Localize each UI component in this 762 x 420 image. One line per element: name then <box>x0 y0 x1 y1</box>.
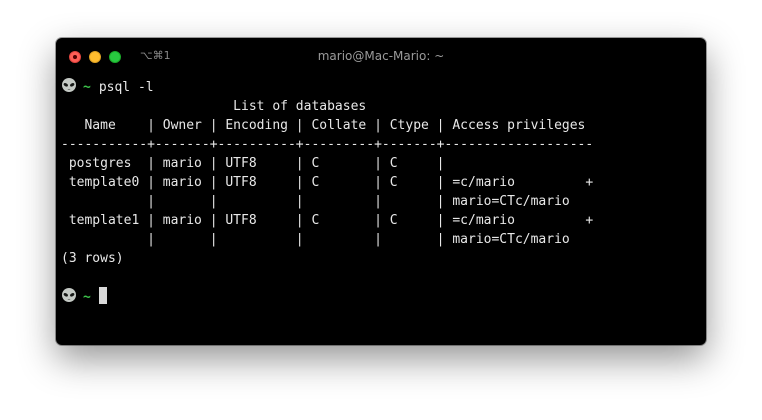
table-row: | | | | | mario=CTc/mario <box>61 232 570 247</box>
terminal-content[interactable]: ~ psql -l List of databases Name | Owner … <box>61 78 593 306</box>
prompt-cwd: ~ <box>83 80 91 95</box>
table-header: Name | Owner | Encoding | Collate | Ctyp… <box>61 118 586 133</box>
window-title: mario@Mac-Mario: ~ <box>317 49 445 63</box>
table-row: postgres | mario | UTF8 | C | C | <box>61 156 445 171</box>
row-count: (3 rows) <box>61 251 124 266</box>
table-row: | | | | | mario=CTc/mario <box>61 194 570 209</box>
table-separator: -----------+-------+----------+---------… <box>61 137 594 152</box>
table-row: template0 | mario | UTF8 | C | C | =c/ma… <box>61 175 594 190</box>
table-row: template1 | mario | UTF8 | C | C | =c/ma… <box>61 213 594 228</box>
active-prompt-line[interactable]: ~ <box>61 287 593 306</box>
command-text: psql -l <box>98 80 154 95</box>
output-title: List of databases <box>61 99 367 114</box>
prompt-cwd: ~ <box>83 290 91 305</box>
title-bar[interactable]: ⌥⌘1 mario@Mac-Mario: ~ <box>56 38 706 76</box>
terminal-window[interactable]: ⌥⌘1 mario@Mac-Mario: ~ ~ psql -l List of … <box>56 38 706 345</box>
prompt-line: ~ psql -l <box>61 78 593 97</box>
alien-icon <box>62 78 76 92</box>
alien-icon <box>62 288 76 302</box>
text-cursor <box>98 287 107 304</box>
